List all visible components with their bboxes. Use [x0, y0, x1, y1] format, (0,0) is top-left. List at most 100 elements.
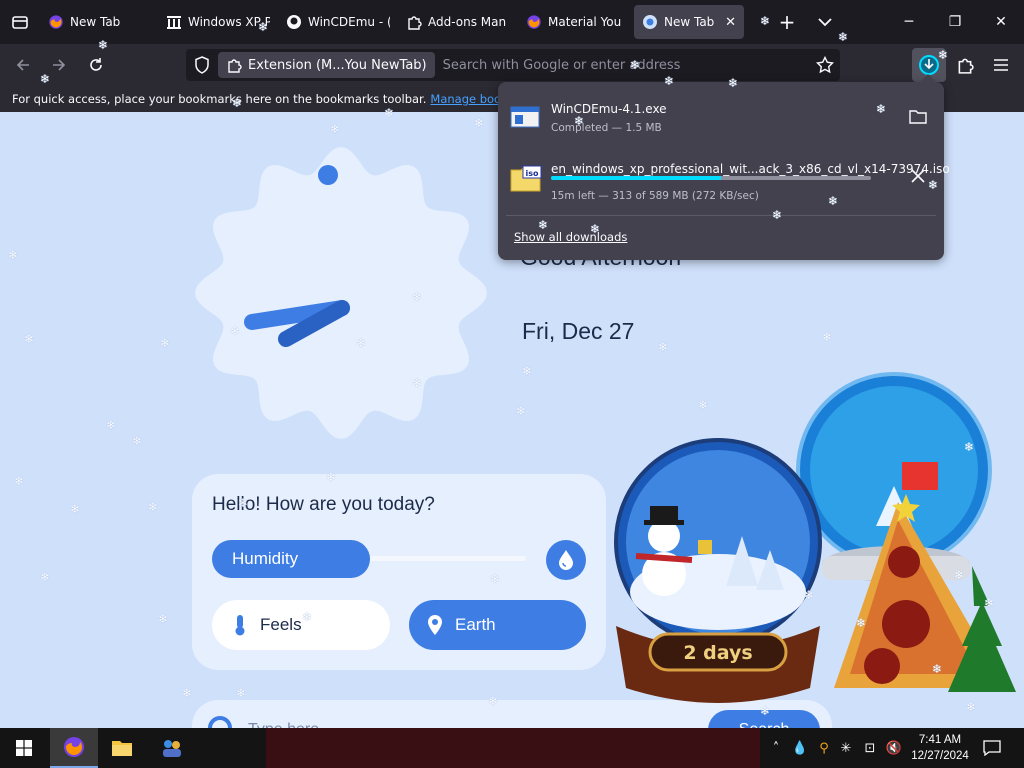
tab-label: WinCDEmu - (	[308, 15, 390, 29]
search-input[interactable]	[248, 716, 648, 728]
taskbar-app-people[interactable]	[148, 728, 196, 768]
tab[interactable]: Material You N	[518, 5, 634, 39]
tab[interactable]: New Tab	[40, 5, 158, 39]
taskbar-time: 7:41 AM	[918, 734, 962, 746]
tab[interactable]: Windows XP P	[158, 5, 278, 39]
weather-card: Hello! How are you today? Humidity Feels…	[192, 474, 606, 670]
humidity-pill: Humidity	[212, 540, 370, 578]
download-progress-bar	[551, 176, 871, 180]
show-in-folder-button[interactable]	[906, 104, 930, 128]
location-pill[interactable]: Earth	[409, 600, 586, 650]
tab-label: New Tab	[664, 15, 715, 29]
extension-chip-label: Extension (M...You NewTab)	[248, 57, 427, 73]
address-input[interactable]	[434, 51, 810, 79]
humidity-label: Humidity	[232, 549, 299, 568]
firefox-view-icon	[12, 16, 28, 29]
reload-button[interactable]	[79, 48, 113, 82]
download-filename: en_windows_xp_professional_wit...ack_3_x…	[551, 162, 950, 176]
drop-tray-icon[interactable]: 💧	[790, 738, 810, 758]
svg-text:iso: iso	[526, 169, 540, 178]
greeting-title: Hello! How are you today?	[212, 494, 435, 515]
star-icon	[816, 56, 834, 74]
taskbar-file-explorer[interactable]	[98, 728, 146, 768]
back-button[interactable]	[6, 48, 40, 82]
bookmark-star-button[interactable]	[810, 50, 840, 80]
puzzle-icon	[958, 58, 974, 74]
people-icon	[163, 740, 181, 757]
location-label: Earth	[455, 615, 496, 634]
snowflake-tray-icon[interactable]: ✳	[836, 738, 856, 758]
humidity-icon-button	[546, 540, 586, 580]
shield-icon	[195, 56, 209, 74]
puzzle-icon	[228, 59, 242, 73]
download-progress-icon	[919, 55, 939, 75]
github-icon	[286, 14, 302, 30]
navigation-toolbar: Extension (M...You NewTab)	[0, 44, 1024, 86]
archive-columns-icon	[166, 14, 182, 30]
extensions-button[interactable]	[948, 48, 982, 82]
tracking-protection-button[interactable]	[186, 49, 218, 81]
search-engine-selector[interactable]	[208, 716, 232, 728]
tab[interactable]: Add-ons Man	[398, 5, 518, 39]
download-status: 15m left — 313 of 589 MB (272 KB/sec)	[551, 190, 759, 202]
exe-file-icon	[510, 104, 540, 130]
volume-muted-icon[interactable]: 🔇	[884, 738, 904, 758]
globe-countdown-label: 2 days	[683, 642, 752, 664]
tab-label: Windows XP P	[188, 15, 270, 29]
show-all-downloads-button[interactable]: Show all downloads	[514, 230, 627, 244]
close-tab-button[interactable]: ✕	[725, 15, 736, 30]
taskbar-thumbnail-area	[266, 728, 760, 768]
network-icon[interactable]: ⊡	[860, 738, 880, 758]
material-newtab-icon	[642, 14, 658, 30]
firefox-view-button[interactable]	[0, 0, 40, 44]
clock-face	[195, 147, 487, 439]
taskbar-date: 12/27/2024	[911, 750, 969, 762]
iso-file-icon: iso	[510, 164, 542, 192]
water-drop-icon	[559, 550, 573, 570]
tab[interactable]: New Tab ✕	[634, 5, 744, 39]
snow-globe-decoration: 2 days	[614, 372, 1016, 703]
folder-icon	[112, 741, 132, 756]
bookmarks-hint: For quick access, place your bookmarks h…	[12, 92, 427, 106]
thermometer-icon	[230, 614, 250, 636]
windows-taskbar: ˄ 💧 ⚲ ✳ ⊡ 🔇 7:41 AM 12/27/2024	[0, 728, 1024, 768]
firefox-icon	[48, 14, 64, 30]
folder-icon	[909, 109, 927, 124]
show-hidden-icons-button[interactable]: ˄	[766, 738, 786, 758]
app-menu-button[interactable]	[984, 48, 1018, 82]
extension-identity-chip[interactable]: Extension (M...You NewTab)	[218, 52, 435, 78]
tab-label: Add-ons Man	[428, 15, 507, 29]
windows-logo-icon	[16, 740, 32, 756]
download-progress-fill	[551, 176, 721, 180]
notifications-button[interactable]	[982, 738, 1002, 758]
humidity-track	[370, 556, 526, 561]
feels-label: Feels	[260, 615, 302, 634]
tab-label: Material You N	[548, 15, 626, 29]
chevron-down-icon	[818, 18, 832, 27]
downloads-panel: WinCDEmu-4.1.exe Completed — 1.5 MB iso …	[498, 74, 950, 260]
firefox-icon	[64, 737, 84, 757]
minimize-button[interactable]: ─	[886, 0, 932, 44]
arrow-right-icon	[53, 59, 66, 71]
download-filename: WinCDEmu-4.1.exe	[551, 102, 667, 116]
search-tray-icon[interactable]: ⚲	[814, 738, 834, 758]
new-tab-button[interactable]: +	[770, 5, 804, 39]
date-label: Fri, Dec 27	[522, 318, 635, 344]
cancel-download-button[interactable]	[906, 164, 930, 188]
taskbar-clock[interactable]: 7:41 AM 12/27/2024	[908, 732, 972, 764]
panel-separator	[506, 215, 936, 216]
tab-bar: New Tab Windows XP P WinCDEmu - ( Add-ons M…	[0, 0, 1024, 44]
taskbar-firefox[interactable]	[50, 728, 98, 768]
location-pin-icon	[425, 614, 445, 636]
forward-button[interactable]	[42, 48, 76, 82]
close-window-button[interactable]: ✕	[978, 0, 1024, 44]
tab-label: New Tab	[70, 15, 121, 29]
start-button[interactable]	[0, 728, 48, 768]
url-bar[interactable]: Extension (M...You NewTab)	[186, 49, 840, 81]
tab[interactable]: WinCDEmu - (	[278, 5, 398, 39]
arrow-left-icon	[16, 59, 29, 71]
list-all-tabs-button[interactable]	[808, 5, 842, 39]
restore-button[interactable]: ❐	[932, 0, 978, 44]
puzzle-icon	[406, 14, 422, 30]
download-item[interactable]: WinCDEmu-4.1.exe Completed — 1.5 MB	[498, 88, 944, 144]
